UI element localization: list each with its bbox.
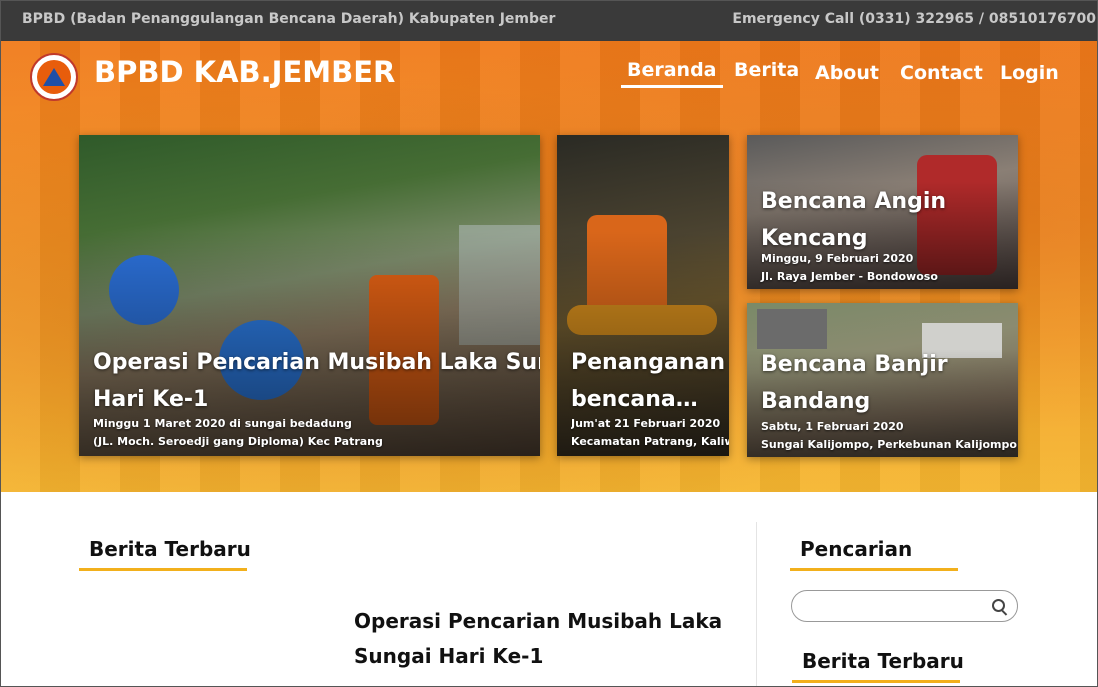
featured-meta: Minggu, 9 Februari 2020 Jl. Raya Jember … — [761, 252, 938, 283]
featured-card-4[interactable]: Bencana Banjir Bandang Sabtu, 1 Februari… — [747, 303, 1018, 457]
featured-card-2[interactable]: Penanganan bencana… Jum'at 21 Februari 2… — [557, 135, 729, 456]
search-icon[interactable] — [992, 599, 1005, 612]
main-nav: Beranda Berita About Contact Login — [0, 59, 1098, 99]
featured-title: Penanganan bencana… — [571, 350, 725, 412]
heading-underline — [792, 680, 960, 683]
nav-login[interactable]: Login — [1000, 62, 1059, 84]
article-title[interactable]: Operasi Pencarian Musibah Laka Sungai Ha… — [354, 604, 734, 674]
heading-underline — [790, 568, 958, 571]
featured-meta: Sabtu, 1 Februari 2020 Sungai Kalijompo,… — [761, 420, 1017, 451]
top-info-bar: BPBD (Badan Penanggulangan Bencana Daera… — [0, 0, 1098, 41]
featured-meta: Jum'at 21 Februari 2020 Kecamatan Patran… — [571, 417, 729, 448]
hero-section: BPBD KAB.JEMBER Beranda Berita About Con… — [0, 41, 1098, 492]
nav-about[interactable]: About — [815, 62, 879, 84]
org-name: BPBD (Badan Penanggulangan Bencana Daera… — [22, 11, 556, 27]
search-input[interactable] — [804, 596, 988, 618]
featured-title: Bencana Angin Kencang — [761, 189, 947, 251]
featured-title: Operasi Pencarian Musibah Laka Sungai Ha… — [93, 350, 540, 412]
search-heading: Pencarian — [800, 537, 913, 561]
sidebar-divider — [756, 522, 757, 687]
emergency-call: Emergency Call (0331) 322965 / 085101767… — [732, 11, 1096, 27]
featured-card-1[interactable]: Operasi Pencarian Musibah Laka Sungai Ha… — [79, 135, 540, 456]
nav-contact[interactable]: Contact — [900, 62, 983, 84]
featured-meta: Minggu 1 Maret 2020 di sungai bedadung (… — [93, 417, 383, 448]
nav-beranda[interactable]: Beranda — [621, 59, 723, 88]
featured-title: Bencana Banjir Bandang — [761, 352, 948, 414]
featured-card-3[interactable]: Bencana Angin Kencang Minggu, 9 Februari… — [747, 135, 1018, 289]
heading-underline — [79, 568, 247, 571]
search-box — [791, 590, 1018, 622]
sidebar-latest-heading: Berita Terbaru — [802, 649, 964, 673]
latest-news-heading: Berita Terbaru — [89, 537, 251, 561]
nav-berita[interactable]: Berita — [734, 59, 799, 81]
